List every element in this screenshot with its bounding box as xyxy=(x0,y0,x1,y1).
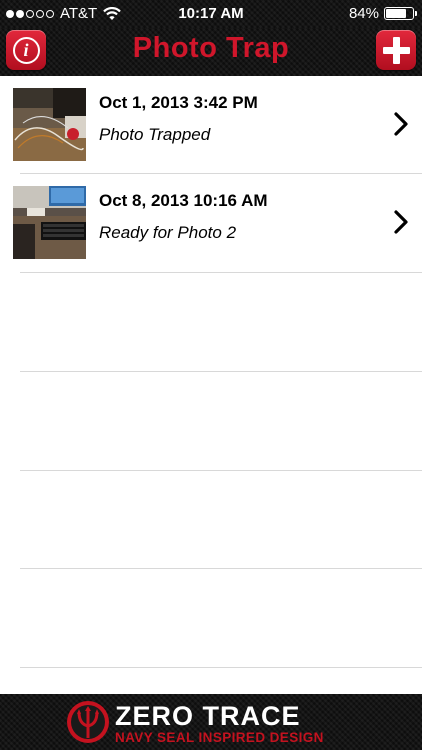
battery-level xyxy=(386,9,406,18)
battery-icon xyxy=(384,7,417,20)
list-item[interactable]: Oct 1, 2013 3:42 PM Photo Trapped xyxy=(0,76,422,175)
row-divider xyxy=(20,371,422,372)
chevron-right-icon xyxy=(394,112,408,136)
row-divider xyxy=(20,470,422,471)
thumbnail-image xyxy=(13,186,86,259)
trap-date: Oct 8, 2013 10:16 AM xyxy=(99,191,268,210)
add-trap-button[interactable] xyxy=(376,30,416,70)
brand-tagline: NAVY SEAL INSPIRED DESIGN xyxy=(115,730,324,745)
desk-keyboard-photo xyxy=(13,186,86,259)
trap-list: Oct 1, 2013 3:42 PM Photo Trapped Oct 8,… xyxy=(0,76,422,694)
battery-percent: 84% xyxy=(348,5,379,22)
trident-logo-icon xyxy=(67,701,109,743)
row-divider xyxy=(20,272,422,273)
status-bar: AT&T 10:17 AM 84% xyxy=(0,0,422,28)
trap-status: Ready for Photo 2 xyxy=(99,223,237,242)
row-divider xyxy=(20,667,422,668)
trap-date: Oct 1, 2013 3:42 PM xyxy=(99,93,258,112)
brand-footer: ZERO TRACE NAVY SEAL INSPIRED DESIGN xyxy=(0,694,422,750)
plus-icon xyxy=(382,36,410,64)
status-right: 84% xyxy=(348,5,417,22)
chevron-right-icon xyxy=(394,210,408,234)
page-title: Photo Trap xyxy=(132,32,290,64)
navigation-bar: i Photo Trap xyxy=(0,28,422,76)
brand-name: ZERO TRACE xyxy=(115,701,301,731)
desk-cables-photo xyxy=(13,88,86,161)
row-divider xyxy=(20,568,422,569)
trap-status: Photo Trapped xyxy=(99,125,211,144)
list-item[interactable]: Oct 8, 2013 10:16 AM Ready for Photo 2 xyxy=(0,174,422,273)
thumbnail-image xyxy=(13,88,86,161)
